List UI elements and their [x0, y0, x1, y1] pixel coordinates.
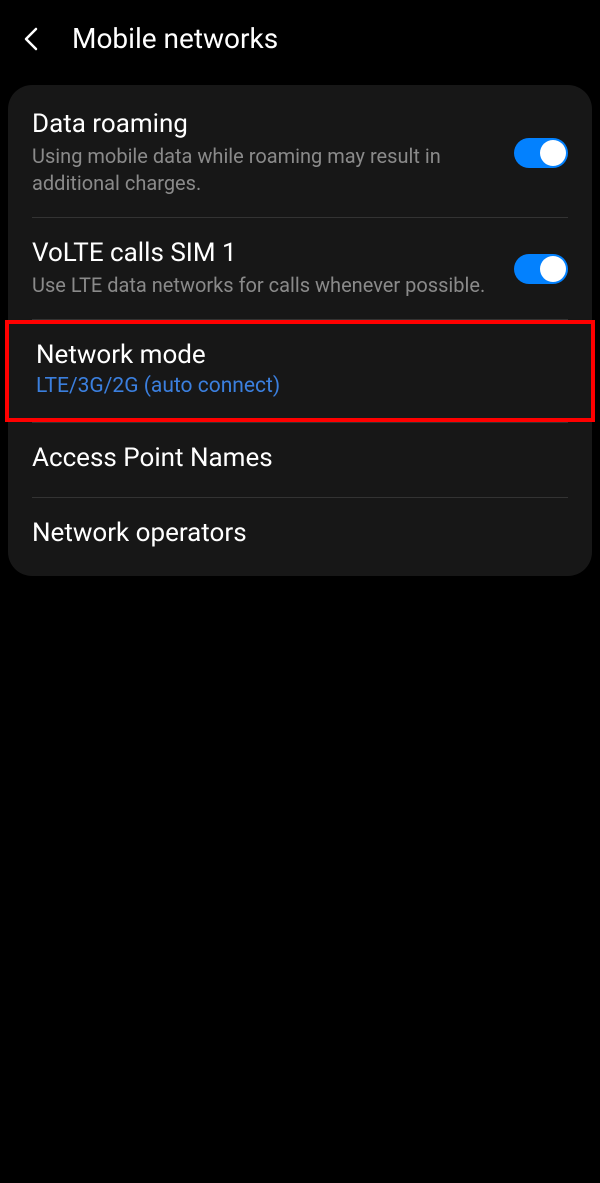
setting-text: VoLTE calls SIM 1 Use LTE data networks …	[32, 238, 514, 299]
page-title: Mobile networks	[72, 22, 278, 55]
back-icon[interactable]	[20, 27, 44, 51]
header: Mobile networks	[0, 0, 600, 77]
setting-title: VoLTE calls SIM 1	[32, 238, 498, 268]
setting-title: Access Point Names	[32, 443, 552, 473]
setting-text: Data roaming Using mobile data while roa…	[32, 109, 514, 197]
data-roaming-toggle[interactable]	[514, 138, 568, 168]
setting-text: Access Point Names	[32, 443, 568, 477]
settings-panel: Data roaming Using mobile data while roa…	[8, 85, 592, 576]
volte-toggle[interactable]	[514, 254, 568, 284]
setting-value: LTE/3G/2G (auto connect)	[36, 374, 548, 398]
volte-row[interactable]: VoLTE calls SIM 1 Use LTE data networks …	[8, 218, 592, 319]
toggle-knob	[540, 140, 566, 166]
setting-title: Network mode	[36, 340, 548, 370]
toggle-knob	[540, 256, 566, 282]
data-roaming-row[interactable]: Data roaming Using mobile data while roa…	[8, 89, 592, 217]
apn-row[interactable]: Access Point Names	[8, 423, 592, 497]
setting-title: Network operators	[32, 518, 552, 548]
setting-text: Network mode LTE/3G/2G (auto connect)	[36, 340, 564, 398]
setting-title: Data roaming	[32, 109, 498, 139]
setting-text: Network operators	[32, 518, 568, 552]
operators-row[interactable]: Network operators	[8, 498, 592, 572]
network-mode-row[interactable]: Network mode LTE/3G/2G (auto connect)	[5, 320, 595, 422]
setting-subtitle: Use LTE data networks for calls whenever…	[32, 272, 498, 299]
setting-subtitle: Using mobile data while roaming may resu…	[32, 143, 498, 197]
